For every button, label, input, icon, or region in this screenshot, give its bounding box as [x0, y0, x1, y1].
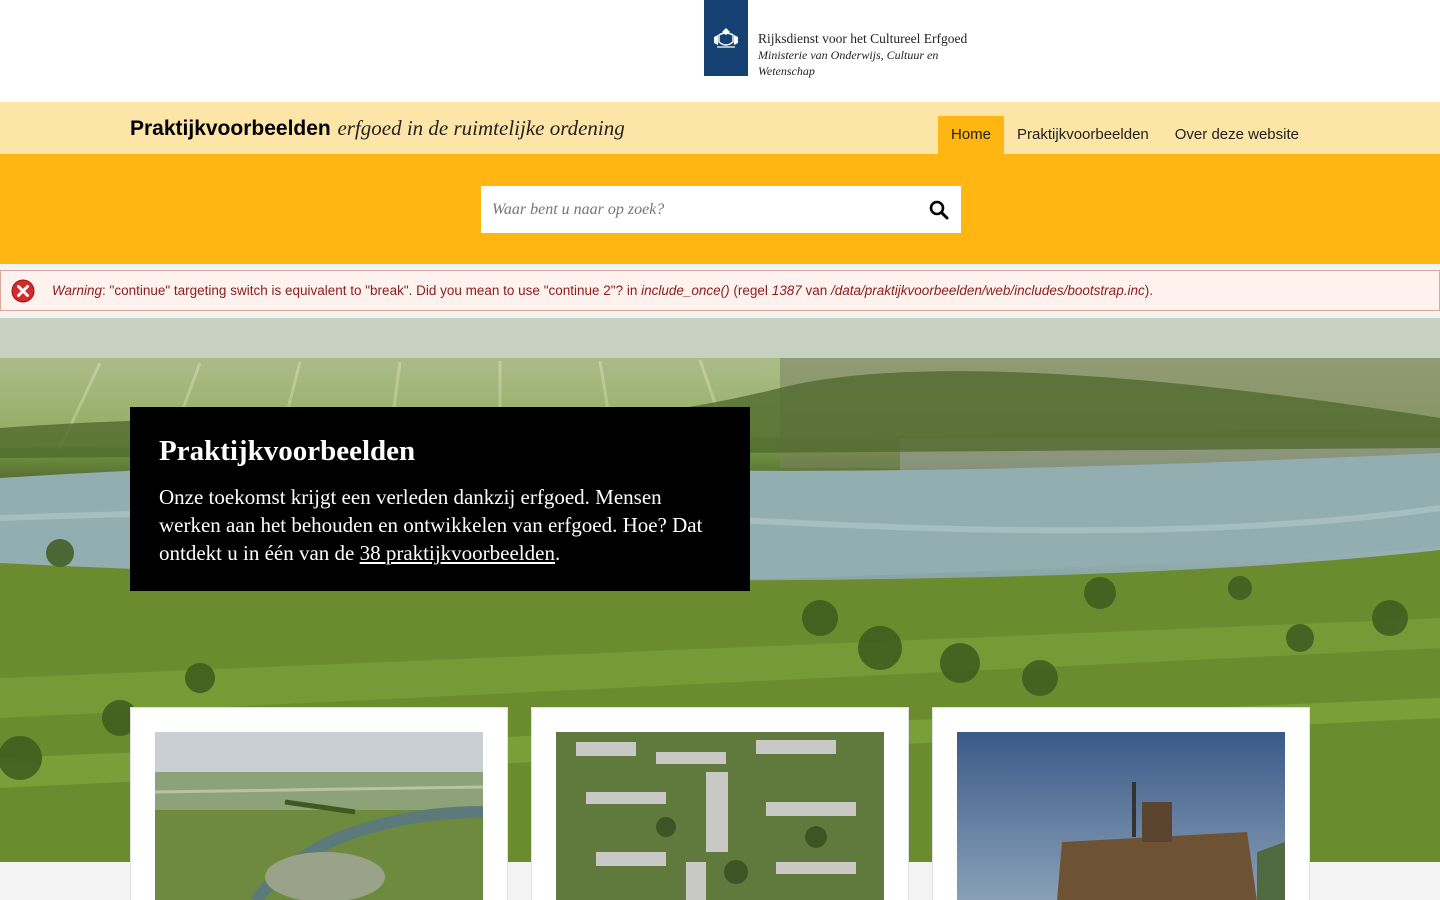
- warning-message: : "continue" targeting switch is equival…: [102, 283, 642, 298]
- error-icon: [11, 279, 35, 302]
- php-warning-message: Warning: "continue" targeting switch is …: [0, 270, 1440, 311]
- warning-van-text: van: [801, 283, 832, 298]
- rijksoverheid-logo[interactable]: Rijksdienst voor het Cultureel Erfgoed M…: [704, 0, 967, 79]
- search-button[interactable]: [917, 186, 961, 233]
- search-input[interactable]: [481, 186, 917, 233]
- logo-organization-name: Rijksdienst voor het Cultureel Erfgoed: [758, 31, 968, 46]
- warning-path: /data/praktijkvoorbeelden/web/includes/b…: [831, 283, 1145, 298]
- intro-title: Praktijkvoorbeelden: [159, 435, 416, 467]
- warning-label: Warning: [52, 283, 103, 298]
- search-box: [481, 186, 961, 233]
- nav-item-praktijkvoorbeelden[interactable]: Praktijkvoorbeelden: [1004, 116, 1162, 154]
- nav-item-home[interactable]: Home: [938, 116, 1005, 154]
- card-image-residential-district[interactable]: [556, 732, 884, 900]
- main-nav: Home Praktijkvoorbeelden Over deze websi…: [938, 116, 1312, 154]
- example-card[interactable]: [130, 707, 508, 900]
- intro-text: Onze toekomst krijgt een verleden dankzi…: [159, 483, 721, 567]
- search-icon: [929, 200, 949, 219]
- example-card[interactable]: [932, 707, 1310, 900]
- site-title[interactable]: Praktijkvoorbeelden erfgoed in de ruimte…: [130, 116, 625, 141]
- site-title-subtitle: erfgoed in de ruimtelijke ordening: [337, 116, 625, 140]
- intro-panel: Praktijkvoorbeelden Onze toekomst krijgt…: [130, 407, 750, 591]
- top-bar: Rijksdienst voor het Cultureel Erfgoed M…: [0, 0, 1440, 102]
- nav-item-over-deze-website[interactable]: Over deze website: [1162, 116, 1312, 154]
- card-image-aerial-fort[interactable]: [155, 732, 483, 900]
- intro-text-end: .: [554, 541, 561, 565]
- search-band: [0, 154, 1440, 264]
- praktijkvoorbeelden-link[interactable]: 38 praktijkvoorbeelden: [360, 541, 555, 565]
- example-card[interactable]: [531, 707, 909, 900]
- warning-function: include_once(): [641, 283, 730, 298]
- site-header: Praktijkvoorbeelden erfgoed in de ruimte…: [0, 102, 1440, 154]
- coat-of-arms-icon: [704, 0, 748, 76]
- site-title-main: Praktijkvoorbeelden: [130, 117, 331, 140]
- warning-text: Warning: "continue" targeting switch is …: [52, 283, 1153, 298]
- logo-ministry-name: Ministerie van Onderwijs, Cultuur en Wet…: [758, 48, 939, 78]
- warning-line-text: (regel: [729, 283, 772, 298]
- card-image-atlantikwall-bunker[interactable]: [957, 732, 1285, 900]
- warning-end: ).: [1144, 283, 1153, 298]
- warning-line-number: 1387: [771, 283, 802, 298]
